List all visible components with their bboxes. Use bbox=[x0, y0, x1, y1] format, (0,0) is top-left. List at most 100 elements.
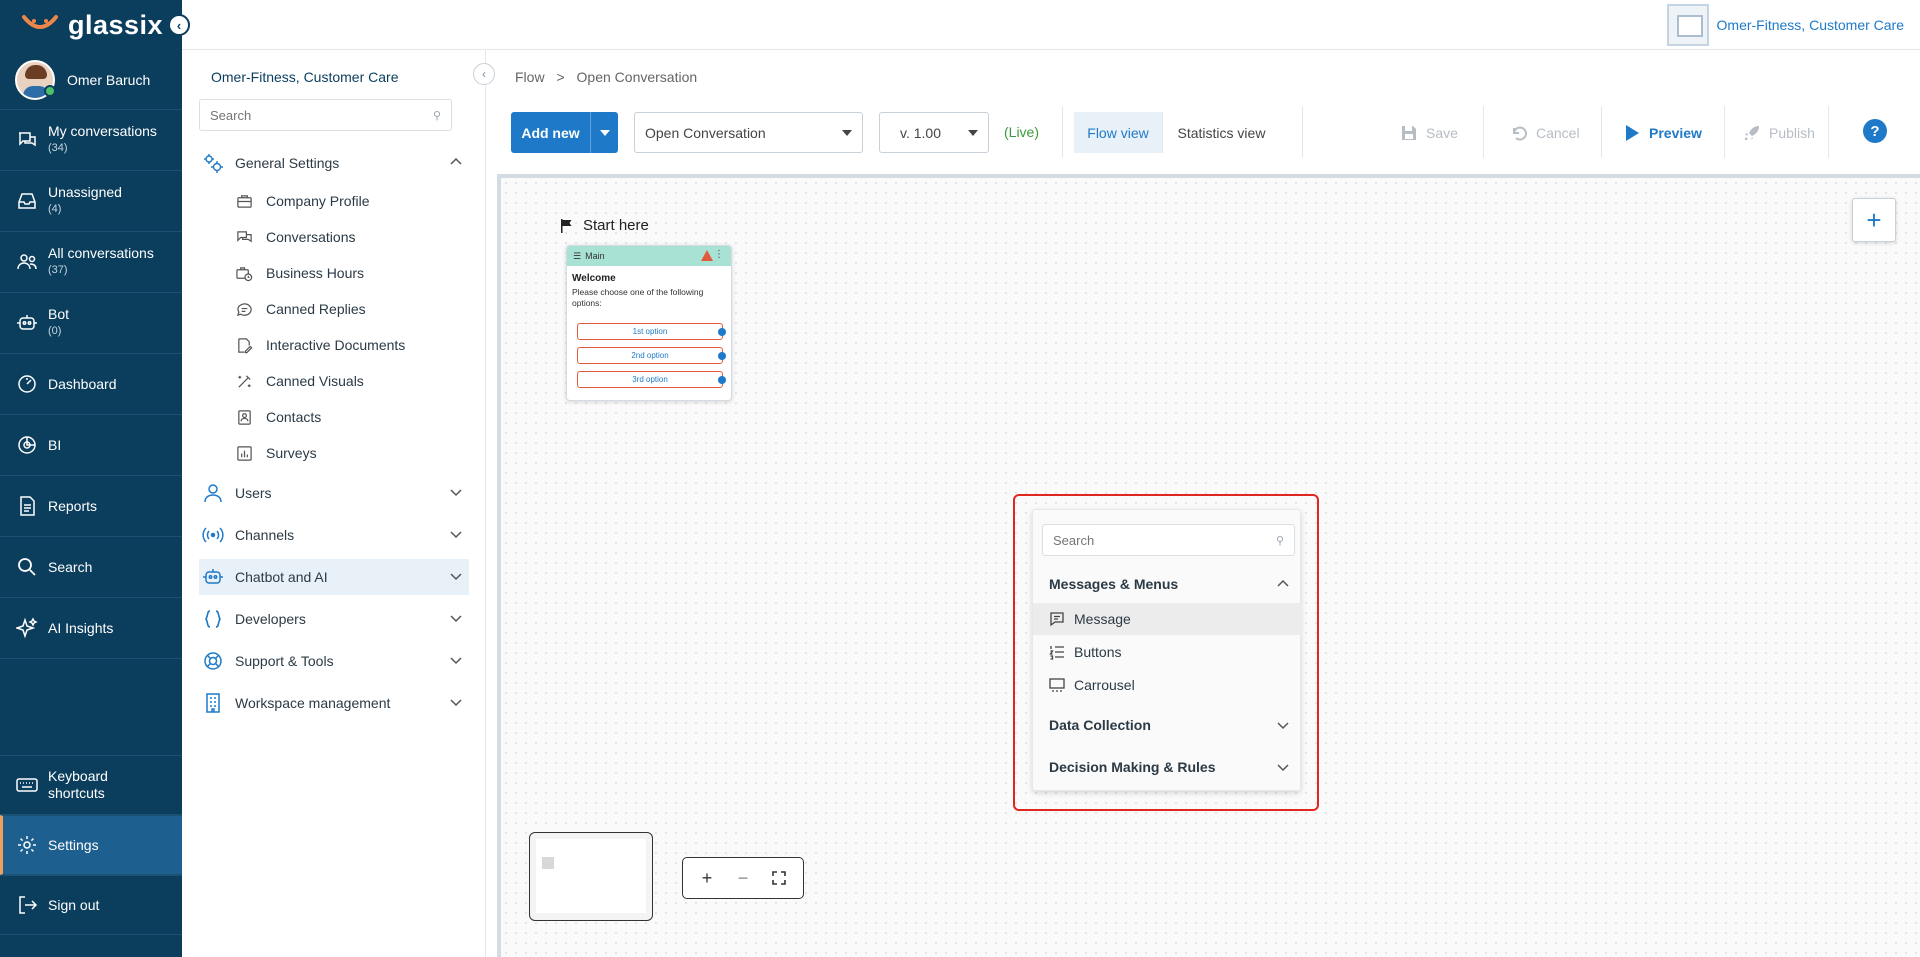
sub-company-profile[interactable]: Company Profile bbox=[235, 186, 370, 216]
nav-my-conversations[interactable]: My conversations (34) bbox=[0, 110, 182, 171]
account-switcher[interactable]: Omer-Fitness, Customer Care bbox=[1666, 4, 1904, 46]
add-new-dropdown[interactable] bbox=[590, 112, 618, 153]
tab-flow-view[interactable]: Flow view bbox=[1074, 112, 1162, 153]
save-label: Save bbox=[1426, 124, 1458, 141]
message-icon bbox=[235, 300, 253, 318]
kebab-menu-icon[interactable]: ⋮ bbox=[714, 249, 724, 260]
zoom-in-button[interactable]: + bbox=[693, 864, 721, 892]
nav-settings[interactable]: Settings bbox=[0, 815, 182, 875]
menu-item-label: Carrousel bbox=[1074, 677, 1135, 693]
flow-select[interactable]: Open Conversation bbox=[634, 112, 863, 153]
menu-item-buttons[interactable]: Buttons bbox=[1033, 636, 1302, 668]
sub-label: Business Hours bbox=[266, 265, 365, 281]
nav-dashboard[interactable]: Dashboard bbox=[0, 354, 182, 415]
connector-dot[interactable] bbox=[718, 328, 726, 336]
sub-canned-replies[interactable]: Canned Replies bbox=[235, 294, 366, 324]
nav-bot[interactable]: Bot (0) bbox=[0, 293, 182, 354]
nav-label: AI Insights bbox=[48, 619, 114, 636]
settings-title: Omer-Fitness, Customer Care bbox=[211, 69, 399, 85]
section-general-settings[interactable]: General Settings bbox=[199, 145, 469, 181]
publish-button[interactable]: Publish bbox=[1743, 112, 1815, 153]
zoom-out-button[interactable]: − bbox=[729, 864, 757, 892]
undo-icon bbox=[1513, 126, 1527, 140]
nav-sign-out[interactable]: Sign out bbox=[0, 875, 182, 935]
logo[interactable]: glassix bbox=[0, 0, 182, 50]
version-select-value: v. 1.00 bbox=[900, 124, 941, 141]
section-chatbot-and-ai[interactable]: Chatbot and AI bbox=[199, 559, 469, 595]
caret-down-icon bbox=[842, 129, 852, 136]
menu-search[interactable]: ⚲ bbox=[1042, 524, 1295, 556]
sub-business-hours[interactable]: Business Hours bbox=[235, 258, 364, 288]
users-group-icon bbox=[16, 251, 38, 273]
menu-section-messages-menus[interactable]: Messages & Menus bbox=[1033, 566, 1302, 602]
section-label: Workspace management bbox=[235, 695, 391, 711]
node-option[interactable]: 2nd option bbox=[577, 347, 726, 364]
node-option[interactable]: 1st option bbox=[577, 323, 726, 340]
add-new-button[interactable]: Add new bbox=[511, 112, 618, 153]
chat-bubbles-icon bbox=[16, 129, 38, 151]
menu-section-decision-making[interactable]: Decision Making & Rules bbox=[1033, 749, 1302, 785]
connector-dot[interactable] bbox=[718, 376, 726, 384]
nav-label: Dashboard bbox=[48, 375, 117, 392]
section-label: Channels bbox=[235, 527, 295, 543]
nav-bi[interactable]: BI bbox=[0, 415, 182, 476]
add-new-label: Add new bbox=[521, 124, 580, 141]
menu-section-data-collection[interactable]: Data Collection bbox=[1033, 707, 1302, 743]
version-select[interactable]: v. 1.00 bbox=[879, 112, 989, 153]
flow-node-main[interactable]: ☰ Main ⋮ Welcome Please choose one of th… bbox=[566, 245, 732, 401]
sub-interactive-documents[interactable]: Interactive Documents bbox=[235, 330, 405, 360]
menu-item-message[interactable]: Message bbox=[1033, 603, 1302, 635]
section-channels[interactable]: Channels bbox=[199, 517, 469, 553]
nav-unassigned[interactable]: Unassigned (4) bbox=[0, 171, 182, 232]
nav-label: My conversations bbox=[48, 123, 157, 139]
nav-search[interactable]: Search bbox=[0, 537, 182, 598]
menu-section-label: Messages & Menus bbox=[1049, 576, 1179, 592]
preview-label: Preview bbox=[1649, 124, 1702, 141]
sub-contacts[interactable]: Contacts bbox=[235, 402, 321, 432]
nav-reports[interactable]: Reports bbox=[0, 476, 182, 537]
online-status-indicator bbox=[44, 85, 56, 97]
divider bbox=[1302, 106, 1303, 158]
save-button[interactable]: Save bbox=[1400, 112, 1458, 153]
node-option[interactable]: 3rd option bbox=[577, 371, 726, 388]
cancel-button[interactable]: Cancel bbox=[1510, 112, 1580, 153]
nav-ai-insights[interactable]: AI Insights bbox=[0, 598, 182, 659]
section-label: Developers bbox=[235, 611, 306, 627]
section-support-tools[interactable]: Support & Tools bbox=[199, 643, 469, 679]
breadcrumb-flow[interactable]: Flow bbox=[515, 69, 545, 85]
fit-view-button[interactable] bbox=[765, 864, 793, 892]
pie-chart-icon bbox=[16, 434, 38, 456]
settings-search[interactable]: ⚲ bbox=[199, 99, 452, 131]
collapse-nav-button[interactable]: ‹ bbox=[168, 14, 190, 36]
section-developers[interactable]: Developers bbox=[199, 601, 469, 637]
connector-dot[interactable] bbox=[718, 352, 726, 360]
collapse-panel-button[interactable]: ‹ bbox=[473, 63, 495, 85]
sub-surveys[interactable]: Surveys bbox=[235, 438, 317, 468]
logo-icon bbox=[20, 11, 60, 39]
cancel-label: Cancel bbox=[1536, 124, 1580, 141]
minimap[interactable] bbox=[529, 832, 653, 921]
section-users[interactable]: Users bbox=[199, 475, 469, 511]
sub-conversations[interactable]: Conversations bbox=[235, 222, 356, 252]
nav-all-conversations[interactable]: All conversations (37) bbox=[0, 232, 182, 293]
brand-name: glassix bbox=[68, 9, 164, 40]
nav-keyboard-shortcuts[interactable]: Keyboard shortcuts bbox=[0, 755, 182, 815]
menu-item-carrousel[interactable]: Carrousel bbox=[1033, 669, 1302, 701]
section-workspace-management[interactable]: Workspace management bbox=[199, 685, 469, 721]
menu-search-input[interactable] bbox=[1053, 532, 1253, 548]
option-label: 1st option bbox=[632, 327, 668, 336]
nav-count: (4) bbox=[48, 203, 62, 215]
help-button[interactable]: ? bbox=[1863, 119, 1887, 143]
user-icon bbox=[202, 482, 224, 504]
preview-button[interactable]: Preview bbox=[1623, 112, 1702, 153]
user-profile[interactable]: Omer Baruch bbox=[0, 50, 182, 110]
settings-search-input[interactable] bbox=[210, 107, 410, 123]
tab-statistics-view[interactable]: Statistics view bbox=[1162, 112, 1280, 153]
magic-wand-icon bbox=[235, 372, 253, 390]
chevron-down-icon bbox=[450, 615, 462, 623]
node-header: ☰ Main ⋮ bbox=[567, 246, 731, 266]
sub-canned-visuals[interactable]: Canned Visuals bbox=[235, 366, 364, 396]
nav-label: Search bbox=[48, 558, 93, 575]
add-node-button[interactable]: + bbox=[1852, 198, 1896, 242]
nav-label: Settings bbox=[48, 836, 99, 853]
